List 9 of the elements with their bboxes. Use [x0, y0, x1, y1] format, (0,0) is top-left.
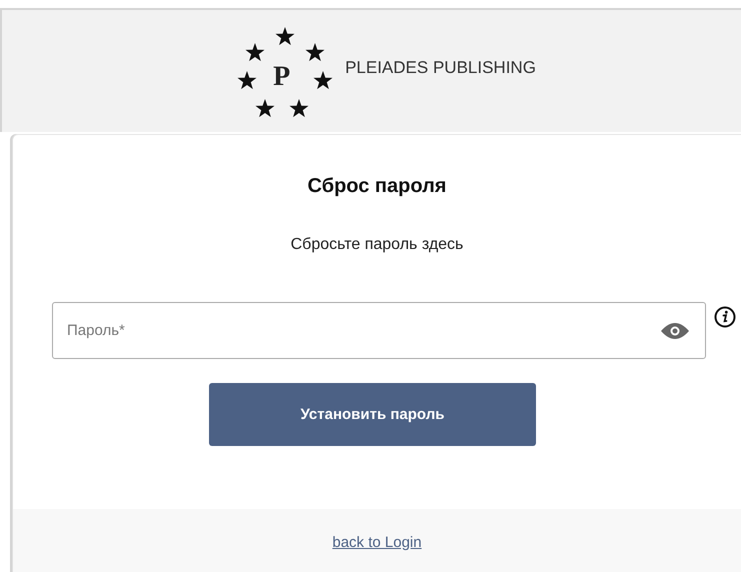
page-title: Сброс пароля: [306, 175, 448, 198]
back-to-login-link[interactable]: back to Login: [332, 534, 422, 550]
set-password-button[interactable]: Установить пароль: [209, 383, 536, 446]
subtitle: Сбросьте пароль здесь: [290, 236, 464, 254]
eye-icon[interactable]: [660, 321, 690, 341]
info-icon[interactable]: [714, 306, 736, 328]
password-field[interactable]: Пароль*: [52, 302, 706, 359]
logo-letter: P: [273, 63, 290, 91]
brand-name: PLEIADES PUBLISHING: [345, 58, 536, 78]
